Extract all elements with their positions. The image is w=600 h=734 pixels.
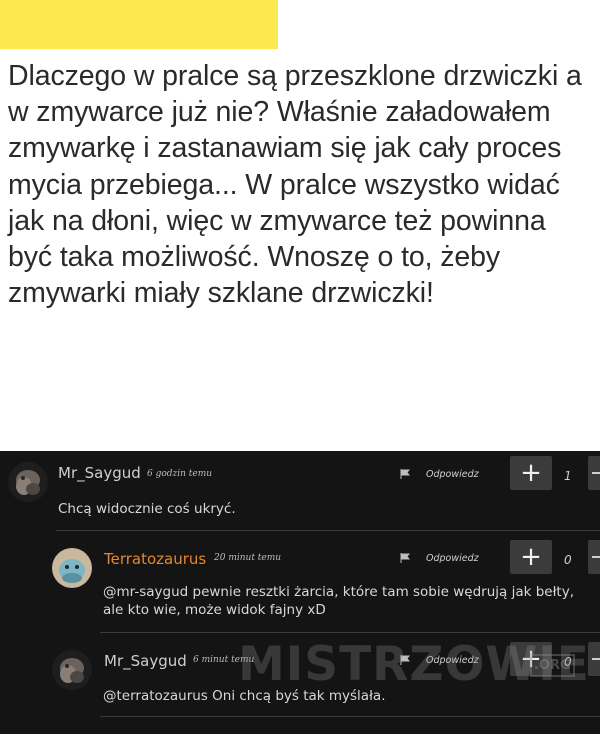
divider bbox=[56, 530, 600, 531]
mention-link[interactable]: @terratozaurus bbox=[103, 688, 208, 704]
vote-count: 1 bbox=[564, 469, 572, 483]
comment-time: 6 godzin temu bbox=[147, 469, 213, 479]
vote-count: 0 bbox=[564, 553, 572, 567]
watermark-suffix: .ORG bbox=[530, 654, 575, 677]
comment-author[interactable]: Mr_Saygud bbox=[104, 652, 187, 670]
comment-text: Chcą widocznie coś ukryć. bbox=[58, 501, 236, 517]
downvote-button[interactable] bbox=[588, 540, 600, 574]
comment-author[interactable]: Terratozaurus bbox=[104, 550, 206, 568]
avatar[interactable] bbox=[8, 462, 48, 502]
divider bbox=[100, 716, 600, 717]
divider bbox=[100, 632, 600, 633]
gorilla-avatar-icon bbox=[8, 462, 48, 502]
upvote-button[interactable]: + bbox=[510, 540, 552, 574]
gorilla-avatar-icon bbox=[52, 650, 92, 690]
creature-avatar-icon bbox=[52, 548, 92, 588]
comment-text: @mr-saygud pewnie resztki żarcia, które … bbox=[103, 583, 593, 619]
avatar[interactable] bbox=[52, 548, 92, 588]
mention-link[interactable]: @mr-saygud bbox=[103, 584, 188, 600]
report-flag-icon[interactable] bbox=[400, 553, 410, 563]
reply-button[interactable]: Odpowiedz bbox=[426, 469, 479, 480]
yellow-highlight-bar bbox=[0, 0, 278, 49]
comment-author[interactable]: Mr_Saygud bbox=[58, 464, 141, 482]
avatar[interactable] bbox=[52, 650, 92, 690]
upvote-button[interactable]: + bbox=[510, 456, 552, 490]
reply-button[interactable]: Odpowiedz bbox=[426, 553, 479, 564]
report-flag-icon[interactable] bbox=[400, 469, 410, 479]
downvote-button[interactable] bbox=[588, 456, 600, 490]
post-text: Dlaczego w pralce są przeszklone drzwicz… bbox=[8, 60, 582, 310]
comment-time: 20 minut temu bbox=[214, 553, 282, 563]
